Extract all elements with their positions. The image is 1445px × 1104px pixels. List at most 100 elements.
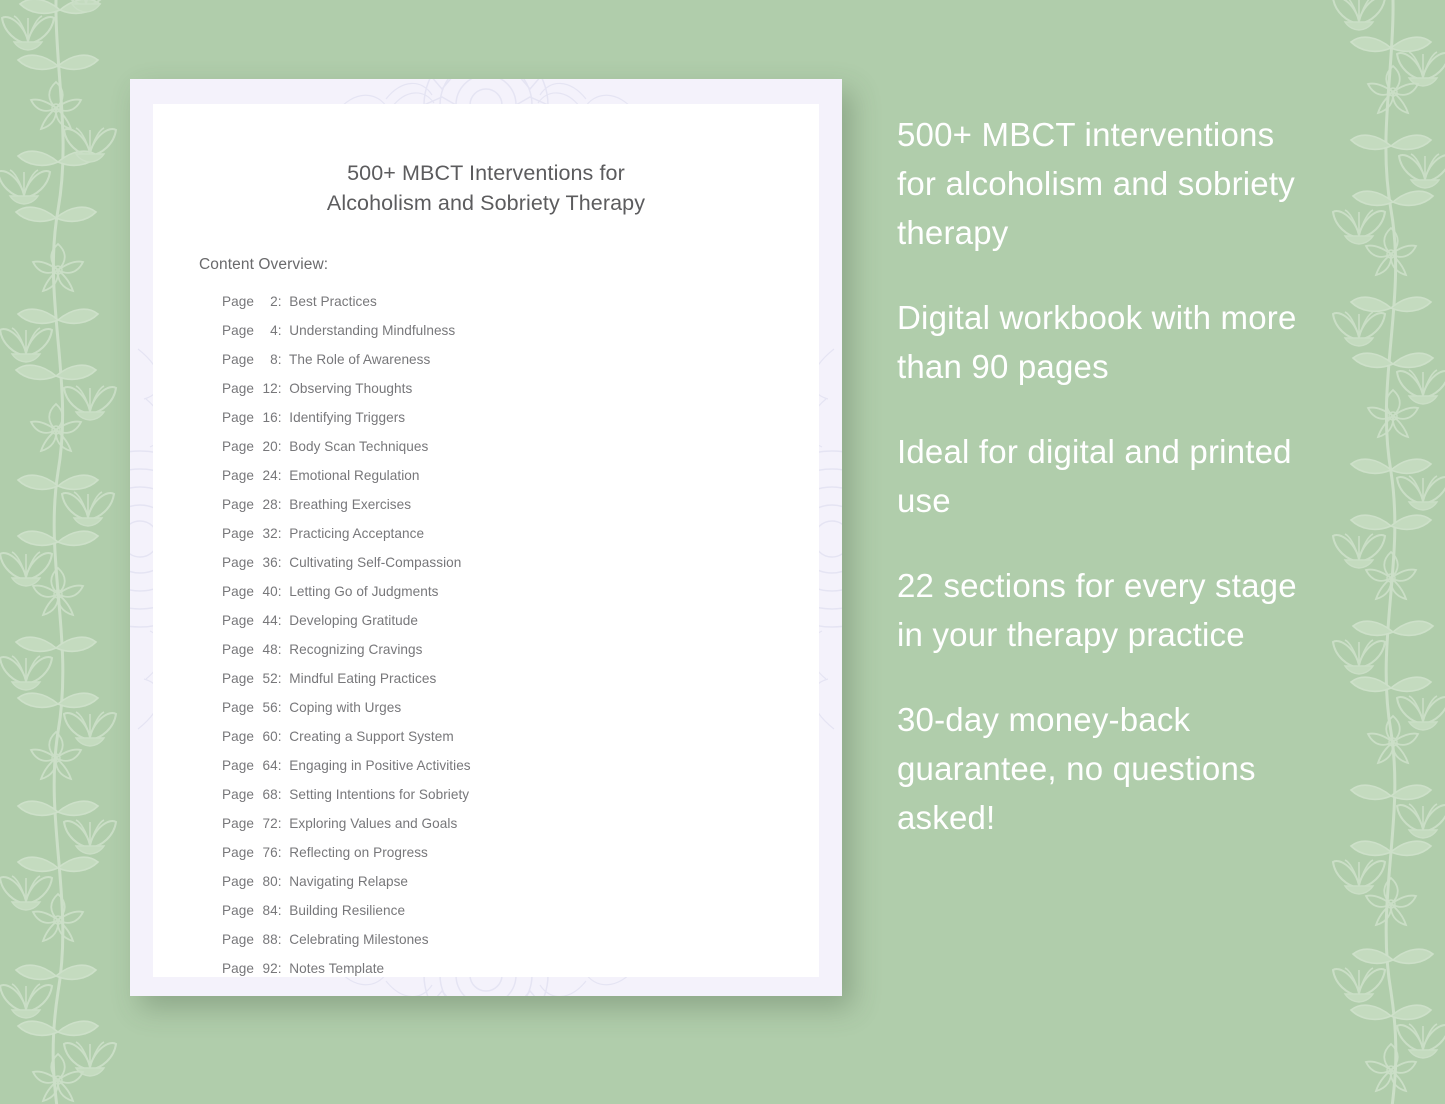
toc-entry-separator: : xyxy=(277,787,286,802)
toc-entry-title: Developing Gratitude xyxy=(285,613,418,628)
toc-entry: Page 16: Identifying Triggers xyxy=(153,410,819,439)
toc-entry-title: Observing Thoughts xyxy=(285,381,413,396)
toc-entry-page-word: Page xyxy=(222,758,258,773)
toc-entry-title: Letting Go of Judgments xyxy=(285,584,439,599)
toc-entry: Page 88: Celebrating Milestones xyxy=(153,932,819,961)
toc-entry-page-word: Page xyxy=(222,845,258,860)
table-of-contents: Page 2: Best Practices Page 4: Understand… xyxy=(153,274,819,977)
toc-entry-separator: : xyxy=(277,381,286,396)
toc-entry-title: Cultivating Self-Compassion xyxy=(285,555,462,570)
toc-entry-title: Celebrating Milestones xyxy=(285,932,429,947)
toc-entry-title: Emotional Regulation xyxy=(285,468,420,483)
toc-entry-page-number: 16 xyxy=(262,410,278,425)
toc-entry-page-number: 52 xyxy=(262,671,278,686)
toc-entry-page-number: 36 xyxy=(262,555,278,570)
toc-entry: Page 80: Navigating Relapse xyxy=(153,874,819,903)
toc-entry: Page 44: Developing Gratitude xyxy=(153,613,819,642)
toc-entry-separator: : xyxy=(277,845,286,860)
toc-entry: Page 48: Recognizing Cravings xyxy=(153,642,819,671)
toc-entry: Page 52: Mindful Eating Practices xyxy=(153,671,819,700)
toc-entry-page-number: 84 xyxy=(262,903,278,918)
toc-entry-title: Breathing Exercises xyxy=(285,497,412,512)
toc-entry-page-word: Page xyxy=(222,700,258,715)
toc-entry-title: Best Practices xyxy=(285,294,377,309)
toc-entry-separator: : xyxy=(277,526,286,541)
toc-entry-separator: : xyxy=(277,903,286,918)
toc-entry-title: Navigating Relapse xyxy=(285,874,409,889)
toc-entry-separator: : xyxy=(277,961,286,976)
toc-entry-page-word: Page xyxy=(222,816,258,831)
toc-entry-page-word: Page xyxy=(222,932,258,947)
document-page: 500+ MBCT Interventions for Alcoholism a… xyxy=(153,104,819,977)
toc-entry: Page 36: Cultivating Self-Compassion xyxy=(153,555,819,584)
toc-entry-separator: : xyxy=(277,584,286,599)
promo-text-block: 22 sections for every stage in your ther… xyxy=(897,567,1297,653)
floral-vine-icon-right xyxy=(1332,0,1445,1104)
toc-entry-page-word: Page xyxy=(222,671,258,686)
toc-entry: Page 64: Engaging in Positive Activities xyxy=(153,758,819,787)
toc-entry-page-word: Page xyxy=(222,439,258,454)
toc-entry-page-number: 64 xyxy=(262,758,278,773)
toc-entry-page-word: Page xyxy=(222,787,258,802)
toc-entry-page-number: 60 xyxy=(262,729,278,744)
toc-entry: Page 12: Observing Thoughts xyxy=(153,381,819,410)
toc-entry-page-word: Page xyxy=(222,903,258,918)
toc-entry: Page 72: Exploring Values and Goals xyxy=(153,816,819,845)
toc-entry-page-number: 4 xyxy=(270,323,278,338)
promo-column: 500+ MBCT interventions for alcoholism a… xyxy=(897,110,1317,878)
toc-entry-title: Reflecting on Progress xyxy=(285,845,428,860)
toc-entry-separator: : xyxy=(277,671,286,686)
promo-text-block: 30-day money-back guarantee, no question… xyxy=(897,701,1256,836)
toc-entry-title: Notes Template xyxy=(285,961,385,976)
toc-entry-page-number: 92 xyxy=(262,961,278,976)
toc-entry-separator: : xyxy=(277,410,286,425)
toc-entry-page-word: Page xyxy=(222,526,258,541)
toc-entry: Page 8: The Role of Awareness xyxy=(153,352,819,381)
toc-entry: Page 84: Building Resilience xyxy=(153,903,819,932)
toc-entry-page-word: Page xyxy=(222,323,258,338)
toc-entry-page-word: Page xyxy=(222,961,258,976)
toc-entry: Page 20: Body Scan Techniques xyxy=(153,439,819,468)
content-overview-label: Content Overview: xyxy=(199,256,329,273)
toc-entry-separator: : xyxy=(277,816,286,831)
promo-text-block: 500+ MBCT interventions for alcoholism a… xyxy=(897,116,1295,251)
toc-entry-page-word: Page xyxy=(222,642,258,657)
toc-entry-page-number: 44 xyxy=(262,613,278,628)
promo-text-block: Digital workbook with more than 90 pages xyxy=(897,299,1297,385)
toc-entry-separator: : xyxy=(277,758,286,773)
page-title: 500+ MBCT Interventions for Alcoholism a… xyxy=(326,161,646,215)
toc-entry: Page 68: Setting Intentions for Sobriety xyxy=(153,787,819,816)
toc-entry-title: Identifying Triggers xyxy=(285,410,406,425)
toc-entry-page-word: Page xyxy=(222,497,258,512)
toc-entry-page-word: Page xyxy=(222,729,258,744)
toc-entry-page-word: Page xyxy=(222,410,258,425)
toc-entry: Page 28: Breathing Exercises xyxy=(153,497,819,526)
toc-entry-page-number: 68 xyxy=(262,787,278,802)
toc-entry-page-word: Page xyxy=(222,555,258,570)
toc-entry-page-word: Page xyxy=(222,381,258,396)
toc-entry-title: Exploring Values and Goals xyxy=(285,816,458,831)
toc-entry: Page 24: Emotional Regulation xyxy=(153,468,819,497)
toc-entry-page-word: Page xyxy=(222,613,258,628)
toc-entry: Page 76: Reflecting on Progress xyxy=(153,845,819,874)
toc-entry-page-number: 76 xyxy=(262,845,278,860)
toc-entry-page-number: 12 xyxy=(262,381,278,396)
toc-entry: Page 40: Letting Go of Judgments xyxy=(153,584,819,613)
toc-entry-page-number: 8 xyxy=(270,352,278,367)
toc-entry: Page 60: Creating a Support System xyxy=(153,729,819,758)
toc-entry-separator: : xyxy=(277,555,286,570)
toc-entry-title: Understanding Mindfulness xyxy=(285,323,456,338)
toc-entry-page-number: 40 xyxy=(262,584,278,599)
toc-entry-page-number: 88 xyxy=(262,932,278,947)
toc-entry-page-number: 56 xyxy=(262,700,278,715)
toc-entry-page-word: Page xyxy=(222,584,258,599)
toc-entry: Page 32: Practicing Acceptance xyxy=(153,526,819,555)
toc-entry-separator: : xyxy=(277,729,286,744)
toc-entry-separator: : xyxy=(277,294,286,309)
promo-text-block: Ideal for digital and printed use xyxy=(897,433,1292,519)
toc-entry-page-number: 20 xyxy=(262,439,278,454)
toc-entry-page-word: Page xyxy=(222,294,258,309)
product-preview-card[interactable]: 500+ MBCT Interventions for Alcoholism a… xyxy=(130,79,842,996)
toc-entry-title: Coping with Urges xyxy=(285,700,402,715)
toc-entry-separator: : xyxy=(277,352,286,367)
